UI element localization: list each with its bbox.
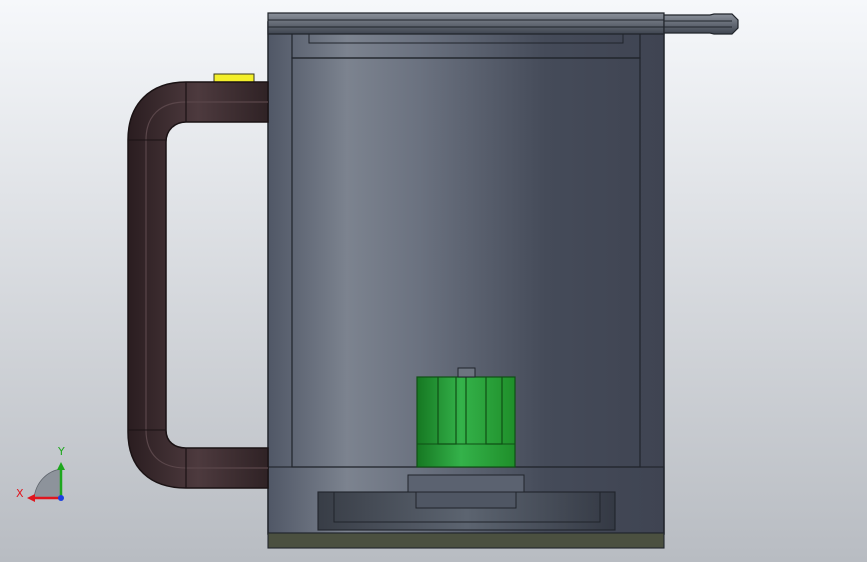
cad-viewport[interactable]: X Y [0,0,867,562]
base-step-top [407,474,525,493]
inner-green-component[interactable] [416,367,516,468]
green-knob [457,367,476,378]
triad-origin [58,495,64,501]
bottom-band[interactable] [267,532,665,549]
cad-scene[interactable]: X Y [0,0,867,562]
base-step-bottom [415,491,517,509]
triad-y-label: Y [57,445,65,458]
mug-lid[interactable] [267,12,665,35]
lid-spout[interactable] [663,13,739,35]
triad-x-label: X [16,487,24,500]
